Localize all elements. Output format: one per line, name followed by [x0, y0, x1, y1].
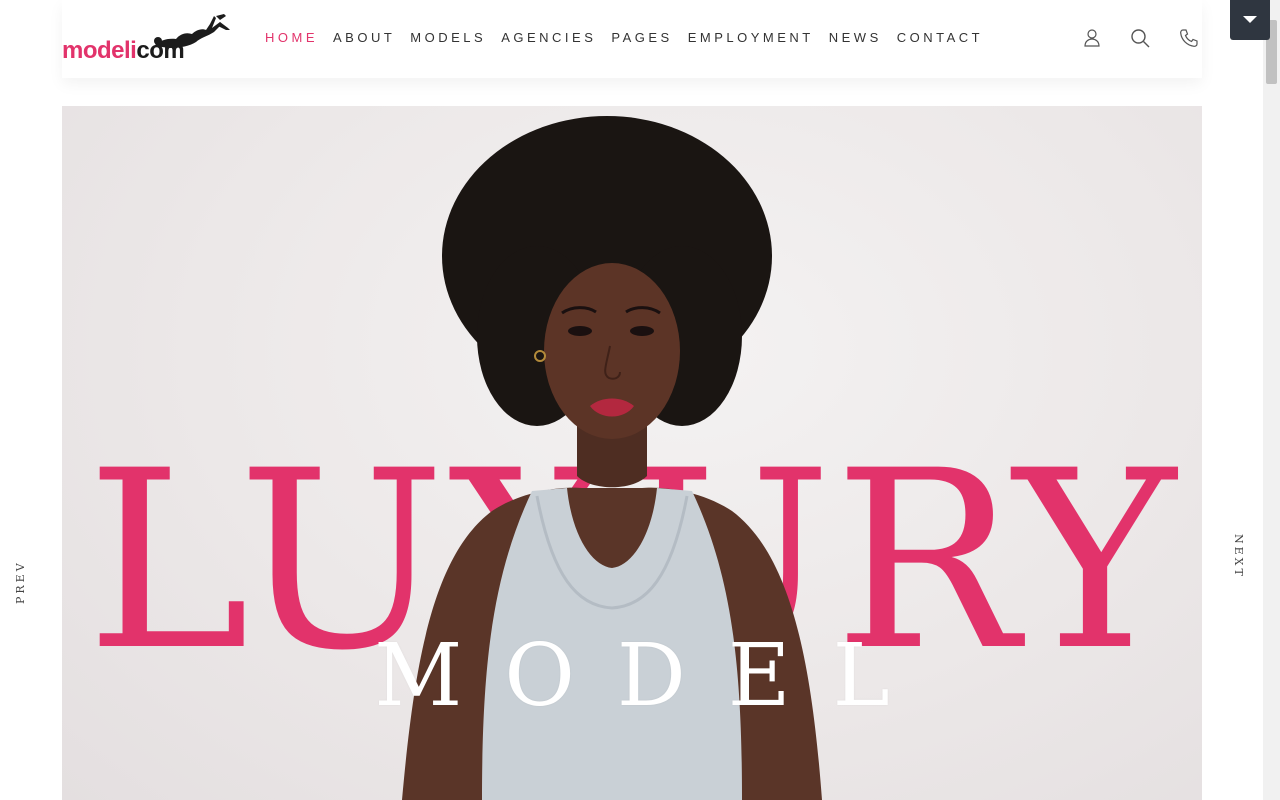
user-icon[interactable] — [1081, 27, 1103, 49]
dropdown-toggle-button[interactable] — [1230, 0, 1270, 40]
hero-subheadline: MODEL — [374, 626, 932, 726]
nav-item-agencies[interactable]: AGENCIES — [501, 29, 596, 47]
nav-item-pages[interactable]: PAGES — [611, 29, 672, 47]
nav-item-news[interactable]: NEWS — [829, 29, 882, 47]
nav-item-contact[interactable]: CONTACT — [897, 29, 983, 47]
nav-item-employment[interactable]: EMPLOYMENT — [688, 29, 814, 47]
slider-prev-button[interactable]: PREV — [14, 560, 27, 604]
hero-slider: LUXURY MODEL — [62, 106, 1202, 800]
page-scrollbar[interactable] — [1263, 0, 1280, 800]
nav-item-models[interactable]: MODELS — [410, 29, 486, 47]
logo-text-part1: modeli — [62, 37, 137, 64]
logo-wordmark: modelicom — [62, 36, 185, 66]
nav-item-home[interactable]: HOME — [265, 29, 318, 47]
logo-text-part2: com — [136, 37, 185, 64]
search-icon[interactable] — [1129, 27, 1151, 49]
caret-down-icon — [1243, 16, 1257, 23]
site-logo[interactable]: modelicom — [62, 12, 232, 68]
slider-next-button[interactable]: NEXT — [1232, 534, 1245, 579]
main-nav: HOME ABOUT MODELS AGENCIES PAGES EMPLOYM… — [265, 29, 998, 47]
nav-item-about[interactable]: ABOUT — [333, 29, 395, 47]
phone-icon[interactable] — [1178, 27, 1200, 49]
site-header: modelicom HOME ABOUT MODELS AGENCIES PAG… — [62, 0, 1202, 78]
